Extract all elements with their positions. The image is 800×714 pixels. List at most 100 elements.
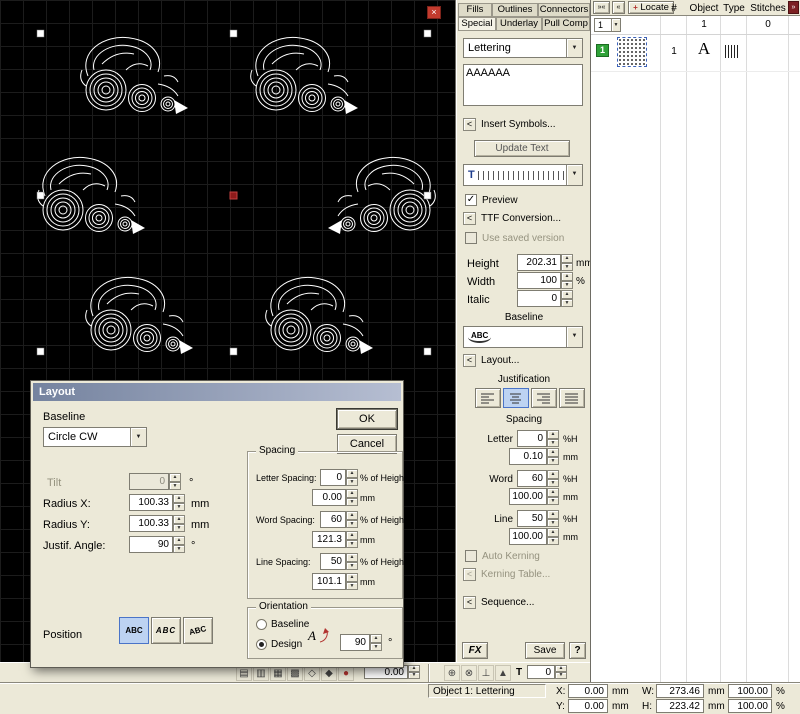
orientation-angle-field[interactable]: 90: [340, 634, 370, 651]
radius-x-spinner[interactable]: ▲▼: [173, 494, 185, 511]
preview-label[interactable]: Preview: [482, 195, 518, 206]
nav-back-button[interactable]: «: [612, 1, 625, 14]
letter-spacing-pct-spinner[interactable]: ▲▼: [346, 469, 358, 486]
line-mm-spinner[interactable]: ▲▼: [547, 528, 559, 545]
width-percent-field[interactable]: 100.00: [728, 684, 772, 698]
stitch-type-icon[interactable]: [725, 45, 739, 58]
orientation-design-label[interactable]: Design: [271, 639, 302, 650]
height-field[interactable]: 202.31: [517, 254, 561, 271]
orientation-angle-spinner[interactable]: ▲▼: [370, 634, 382, 651]
dialog-baseline-select[interactable]: Circle CW ▼: [43, 427, 147, 447]
column-header-object[interactable]: Object: [687, 3, 721, 14]
word-pct-spinner[interactable]: ▲▼: [547, 470, 559, 487]
orientation-design-radio[interactable]: [256, 639, 267, 650]
dropdown-arrow-icon[interactable]: ▼: [611, 19, 620, 31]
y-position-field[interactable]: 0.00: [568, 699, 608, 713]
dropdown-arrow-icon[interactable]: ▼: [566, 39, 582, 57]
height-spinner[interactable]: ▲▼: [561, 254, 573, 271]
justify-right-button[interactable]: [531, 388, 557, 408]
tab-outlines[interactable]: Outlines: [492, 3, 538, 17]
preview-checkbox[interactable]: ✓: [465, 194, 477, 206]
column-header-stitches[interactable]: Stitches: [747, 3, 789, 14]
insert-symbols-chevron-button[interactable]: <: [463, 118, 476, 131]
justify-left-button[interactable]: [475, 388, 501, 408]
justify-center-button[interactable]: [503, 388, 529, 408]
letter-spacing-mm-spinner[interactable]: ▲▼: [346, 489, 358, 506]
width-spinner[interactable]: ▲▼: [561, 272, 573, 289]
line-spacing-pct-spinner[interactable]: ▲▼: [346, 553, 358, 570]
radius-y-field[interactable]: 100.33: [129, 515, 173, 532]
dropdown-arrow-icon[interactable]: ▼: [566, 165, 582, 185]
word-pct-field[interactable]: 60: [517, 470, 547, 487]
fx-button[interactable]: FX: [462, 642, 488, 659]
update-text-button[interactable]: Update Text: [474, 140, 570, 157]
panel-close-button[interactable]: »: [788, 1, 799, 14]
ok-button[interactable]: OK: [337, 409, 397, 429]
position-rotate-button[interactable]: ABC: [183, 617, 213, 644]
penetration-icon[interactable]: ⊗: [461, 665, 477, 681]
column-header-number[interactable]: #: [661, 3, 687, 14]
line-spacing-mm-field[interactable]: 101.1: [312, 573, 346, 590]
sequence-button[interactable]: Sequence...: [481, 597, 534, 608]
object-row-number[interactable]: 1: [661, 46, 687, 57]
layout-chevron-button[interactable]: <: [463, 354, 476, 367]
zoom-factor-spinner[interactable]: ▲▼: [408, 665, 420, 679]
layout-dialog-titlebar[interactable]: Layout: [33, 383, 401, 401]
anchor-icon[interactable]: ⊥: [478, 665, 494, 681]
object-thumbnail[interactable]: [617, 37, 647, 67]
width-field[interactable]: 100: [517, 272, 561, 289]
tab-connectors[interactable]: Connectors: [538, 3, 590, 17]
letter-pct-spinner[interactable]: ▲▼: [547, 430, 559, 447]
ttf-conversion-button[interactable]: TTF Conversion...: [481, 213, 561, 224]
object-type-select[interactable]: Lettering ▼: [463, 38, 583, 58]
tab-special[interactable]: Special: [458, 17, 496, 31]
radius-y-spinner[interactable]: ▲▼: [173, 515, 185, 532]
baseline-style-select[interactable]: ABC ▼: [463, 326, 583, 348]
line-mm-field[interactable]: 100.00: [509, 528, 547, 545]
dropdown-arrow-icon[interactable]: ▼: [130, 428, 146, 446]
lettering-text-input[interactable]: AAAAAA: [463, 64, 583, 106]
pointer-icon[interactable]: ▲: [495, 665, 511, 681]
needle-point-icon[interactable]: ⊕: [444, 665, 460, 681]
line-pct-spinner[interactable]: ▲▼: [547, 510, 559, 527]
letter-pct-field[interactable]: 0: [517, 430, 547, 447]
insert-symbols-button[interactable]: Insert Symbols...: [481, 119, 555, 130]
letter-spacing-mm-field[interactable]: 0.00: [312, 489, 346, 506]
word-spacing-pct-spinner[interactable]: ▲▼: [346, 511, 358, 528]
line-spacing-pct-field[interactable]: 50: [320, 553, 346, 570]
ttf-conversion-chevron-button[interactable]: <: [463, 212, 476, 225]
orientation-baseline-label[interactable]: Baseline: [271, 619, 309, 630]
column-header-type[interactable]: Type: [721, 3, 747, 14]
font-select[interactable]: T ▼: [463, 164, 583, 186]
width-value-field[interactable]: 273.46: [656, 684, 704, 698]
help-button[interactable]: ?: [569, 642, 586, 659]
travel-count-spinner[interactable]: ▲▼: [555, 665, 567, 679]
travel-count-field[interactable]: 0: [527, 665, 555, 679]
line-pct-field[interactable]: 50: [517, 510, 547, 527]
radius-x-field[interactable]: 100.33: [129, 494, 173, 511]
color-number-badge[interactable]: 1: [596, 44, 609, 57]
color-group-select[interactable]: 1 ▼: [594, 18, 621, 32]
save-button[interactable]: Save: [525, 642, 565, 659]
collapse-panel-button[interactable]: »«: [593, 1, 610, 14]
letter-mm-spinner[interactable]: ▲▼: [547, 448, 559, 465]
x-position-field[interactable]: 0.00: [568, 684, 608, 698]
line-spacing-mm-spinner[interactable]: ▲▼: [346, 573, 358, 590]
word-mm-spinner[interactable]: ▲▼: [547, 488, 559, 505]
justif-angle-field[interactable]: 90: [129, 536, 173, 553]
orientation-baseline-radio[interactable]: [256, 619, 267, 630]
height-percent-field[interactable]: 100.00: [728, 699, 772, 713]
object-type-letter-icon[interactable]: A: [687, 39, 721, 59]
word-mm-field[interactable]: 100.00: [509, 488, 547, 505]
height-value-field[interactable]: 223.42: [656, 699, 704, 713]
position-normal-button[interactable]: ABC: [119, 617, 149, 644]
sequence-chevron-button[interactable]: <: [463, 596, 476, 609]
layout-button[interactable]: Layout...: [481, 355, 519, 366]
word-spacing-pct-field[interactable]: 60: [320, 511, 346, 528]
position-slant-button[interactable]: ABC: [151, 617, 181, 644]
justif-angle-spinner[interactable]: ▲▼: [173, 536, 185, 553]
italic-spinner[interactable]: ▲▼: [561, 290, 573, 307]
letter-mm-field[interactable]: 0.10: [509, 448, 547, 465]
dropdown-arrow-icon[interactable]: ▼: [566, 327, 582, 347]
letter-spacing-pct-field[interactable]: 0: [320, 469, 346, 486]
